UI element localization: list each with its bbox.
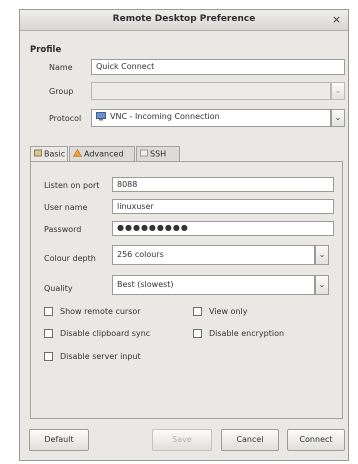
name-label: Name — [49, 63, 73, 72]
colour-depth-label: Colour depth — [44, 254, 96, 263]
tab-basic[interactable]: Basic — [30, 146, 68, 161]
window-title: Remote Desktop Preference — [112, 14, 256, 24]
tab-advanced[interactable]: Advanced — [69, 146, 135, 161]
cancel-button[interactable]: Cancel — [221, 429, 279, 451]
user-name-label: User name — [44, 203, 88, 212]
quality-combo[interactable]: Best (slowest) — [112, 275, 315, 295]
password-label: Password — [44, 225, 82, 234]
tab-ssh[interactable]: SSH — [136, 146, 180, 161]
save-button: Save — [152, 429, 212, 451]
title-bar[interactable]: Remote Desktop Preference × — [20, 10, 348, 31]
name-field[interactable]: Quick Connect — [91, 59, 345, 75]
user-name-field[interactable]: linuxuser — [112, 199, 334, 214]
group-combo — [91, 82, 331, 100]
disable-encryption-label: Disable encryption — [209, 329, 285, 338]
tab-ssh-label: SSH — [150, 149, 167, 159]
quality-dropdown-button[interactable]: ⌄ — [315, 275, 329, 295]
ssh-icon — [140, 149, 148, 159]
listen-port-label: Listen on port — [44, 181, 100, 190]
password-field[interactable]: ●●●●●●●●● — [112, 221, 334, 236]
protocol-value: VNC - Incoming Connection — [110, 112, 220, 121]
tab-basic-label: Basic — [44, 149, 66, 159]
colour-depth-dropdown-button[interactable]: ⌄ — [315, 245, 329, 265]
protocol-dropdown-button[interactable]: ⌄ — [331, 109, 345, 127]
connect-button[interactable]: Connect — [287, 429, 345, 451]
basic-icon — [34, 149, 42, 159]
protocol-combo[interactable]: VNC - Incoming Connection — [91, 109, 331, 127]
view-only-label: View only — [209, 307, 248, 316]
group-label: Group — [49, 87, 74, 96]
view-only-checkbox[interactable] — [193, 307, 202, 316]
close-icon[interactable]: × — [330, 13, 343, 26]
protocol-label: Protocol — [49, 114, 82, 123]
listen-port-field[interactable]: 8088 — [112, 177, 334, 192]
show-remote-cursor-label: Show remote cursor — [60, 307, 141, 316]
disable-clipboard-sync-checkbox[interactable] — [44, 329, 53, 338]
tab-advanced-label: Advanced — [84, 149, 124, 159]
disable-server-input-label: Disable server input — [60, 352, 141, 361]
quality-label: Quality — [44, 284, 73, 293]
colour-depth-combo[interactable]: 256 colours — [112, 245, 315, 265]
warning-icon — [72, 148, 83, 159]
vnc-icon — [96, 112, 106, 121]
disable-clipboard-sync-label: Disable clipboard sync — [60, 329, 151, 338]
group-dropdown-button: ⌄ — [331, 82, 345, 100]
disable-server-input-checkbox[interactable] — [44, 352, 53, 361]
default-button[interactable]: Default — [29, 429, 89, 451]
profile-section-title: Profile — [30, 45, 62, 55]
disable-encryption-checkbox[interactable] — [193, 329, 202, 338]
show-remote-cursor-checkbox[interactable] — [44, 307, 53, 316]
